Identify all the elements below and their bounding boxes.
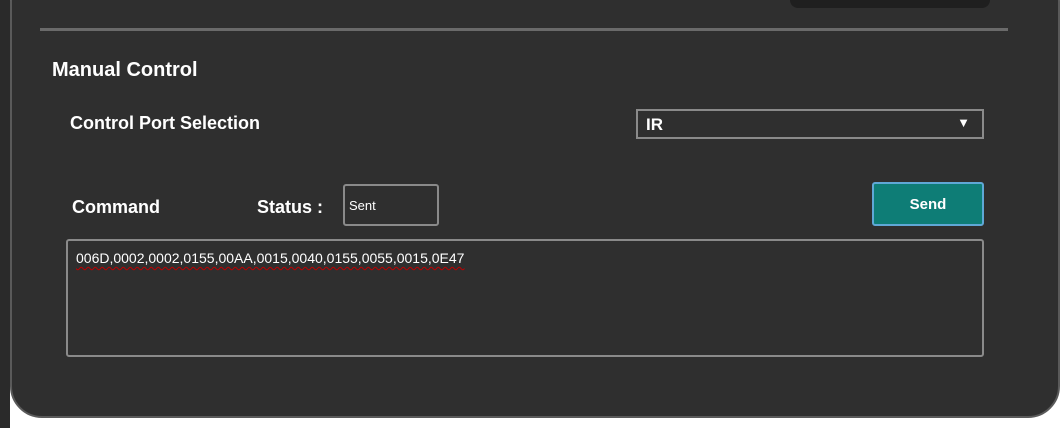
command-textarea[interactable]: 006D,0002,0002,0155,00AA,0015,0040,0155,… (66, 239, 984, 357)
control-port-label: Control Port Selection (70, 113, 261, 133)
chevron-down-icon: ▼ (957, 115, 970, 130)
app-window: Manual Control Control Port Selection IR… (0, 0, 1064, 428)
control-port-select[interactable]: IR ▼ (636, 109, 984, 139)
control-port-value: IR (646, 115, 663, 134)
command-text: 006D,0002,0002,0155,00AA,0015,0040,0155,… (76, 250, 465, 266)
status-label: Status : (257, 197, 324, 217)
send-button[interactable]: Send (872, 182, 984, 226)
left-edge (0, 0, 10, 428)
section-divider (40, 28, 1008, 31)
command-label: Command (72, 197, 161, 217)
section-title: Manual Control (52, 59, 198, 81)
top-partial-widget (790, 0, 990, 8)
status-field: Sent (343, 184, 439, 226)
